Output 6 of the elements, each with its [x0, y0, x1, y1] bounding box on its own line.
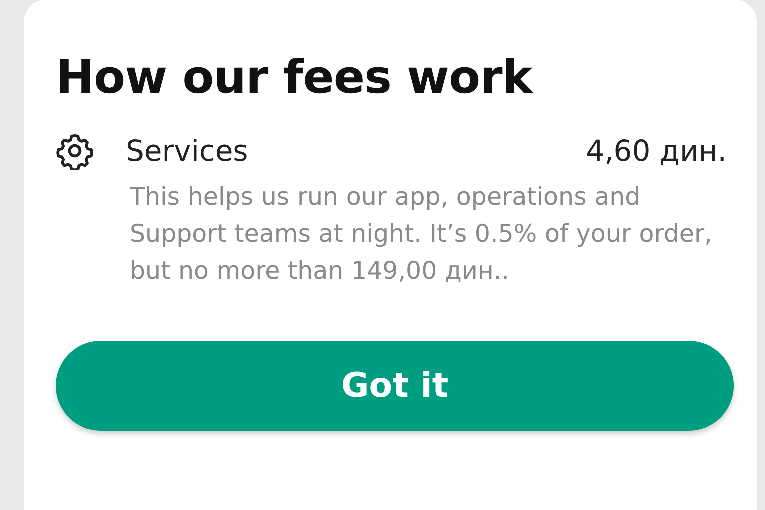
- got-it-button[interactable]: Got it: [56, 341, 734, 431]
- fee-amount: 4,60 дин.: [586, 134, 727, 168]
- fee-description: This helps us run our app, operations and Support teams at night. It’s 0.5% of your order, but no more than 149,00 дин..: [130, 181, 714, 287]
- dialog-title: How our fees work: [56, 50, 534, 104]
- gear-icon: [56, 132, 94, 170]
- fee-name: Services: [126, 134, 250, 168]
